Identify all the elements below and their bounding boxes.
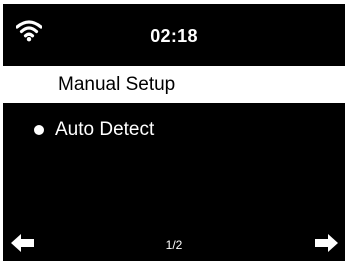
menu-item-label: Auto Detect (55, 119, 155, 140)
navigation-bar: 1/2 (3, 228, 345, 261)
menu-item-label: Manual Setup (58, 74, 176, 95)
arrow-right-icon[interactable] (314, 234, 338, 252)
menu-item-manual-setup[interactable]: Manual Setup (3, 66, 345, 103)
status-bar: 02:18 (3, 4, 345, 66)
menu-item-auto-detect[interactable]: Auto Detect (3, 111, 345, 148)
display-screen: 02:18 Manual Setup Auto Detect 1/2 (3, 4, 345, 261)
clock-time: 02:18 (150, 26, 198, 46)
page-indicator: 1/2 (165, 238, 183, 252)
selected-bullet-icon (34, 125, 44, 135)
